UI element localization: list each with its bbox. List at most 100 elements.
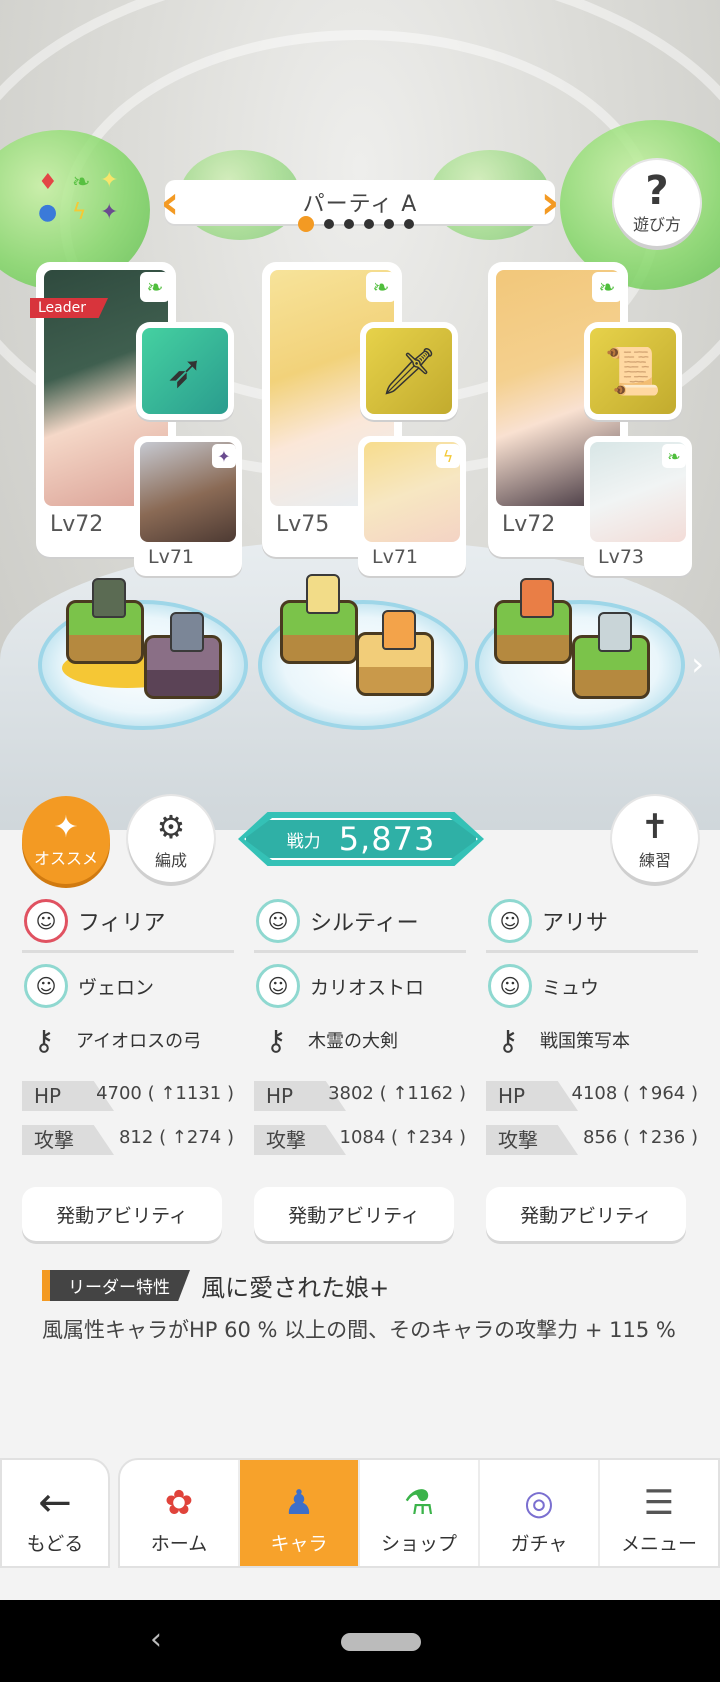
main-member-name: シルティー [310,910,419,936]
formation-button[interactable]: ⚙ 編成 [128,796,214,882]
page-dot[interactable] [384,219,394,229]
main-sprite[interactable] [306,574,340,614]
weapon-icon: ⚷ [33,1023,55,1057]
sub-member-row[interactable]: ☺ ヴェロン [22,961,234,1011]
character-level: Lv73 [598,546,645,568]
hp-value: 3802 ( ↑1162 ) [328,1083,466,1104]
character-level: Lv71 [372,546,419,568]
tab-chara[interactable]: ♟ キャラ [240,1460,360,1566]
gear-person-icon: ⚙ [156,808,186,846]
leader-skill-tag: リーダー特性 [42,1270,190,1301]
back-label: もどる [26,1533,84,1555]
bottom-nav: ← もどる ✿ ホーム ♟ キャラ ⚗ ショップ ◎ ガチャ ☰ メニュー [0,1458,720,1568]
sub-member-name: カリオストロ [310,976,425,999]
tab-label: メニュー [620,1533,697,1555]
sword-icon: 🗡 [366,328,452,414]
power-display: 戦力 5,873 [238,812,484,866]
recommend-icon: ✦ [53,810,79,845]
power-value: 5,873 [338,820,436,858]
home-icon: ✿ [164,1483,194,1523]
prev-party-button[interactable]: ‹ [155,176,185,228]
power-label: 戦力 [286,831,321,852]
weapon-name: 戦国策写本 [540,1031,630,1052]
leader-skill-name: 風に愛された娘+ [201,1274,390,1302]
page-dot[interactable] [324,219,334,229]
menu-list-icon: ☰ [643,1483,675,1523]
system-back-icon[interactable]: ‹ [150,1622,162,1657]
main-member-row[interactable]: ☺ フィリア [22,895,234,953]
system-home-pill[interactable] [341,1633,421,1651]
main-sprite[interactable] [92,578,126,618]
character-level: Lv72 [502,512,556,537]
sub-sprite[interactable] [382,610,416,650]
back-button[interactable]: ← もどる [0,1458,110,1568]
main-sprite[interactable] [520,578,554,618]
weapon-slot[interactable]: 📜 [584,322,682,420]
hp-value: 4108 ( ↑964 ) [571,1083,698,1104]
attack-row: 攻撃 812 ( ↑274 ) [22,1125,234,1157]
shop-icon: ⚗ [403,1483,435,1523]
main-member-name: アリサ [542,910,609,936]
help-button[interactable]: ? 遊び方 [614,160,700,246]
hp-row: HP 3802 ( ↑1162 ) [254,1081,466,1113]
sub-character-card[interactable]: ✦ Lv71 [134,436,242,576]
page-dot[interactable] [404,219,414,229]
ability-button[interactable]: 発動アビリティ [22,1187,222,1241]
book-icon: 📜 [590,328,676,414]
nav-tabs: ✿ ホーム ♟ キャラ ⚗ ショップ ◎ ガチャ ☰ メニュー [118,1458,720,1568]
sub-member-row[interactable]: ☺ カリオストロ [254,961,466,1011]
bow-icon: ➶ [142,328,228,414]
sub-member-row[interactable]: ☺ ミュウ [486,961,698,1011]
main-member-row[interactable]: ☺ アリサ [486,895,698,953]
sub-member-name: ヴェロン [78,976,155,999]
sub-sprite[interactable] [598,612,632,652]
wind-element-icon: ❧ [366,272,396,302]
page-dot[interactable] [298,216,314,232]
question-icon: ? [645,168,669,214]
recommend-label: オススメ [33,849,98,868]
team-column: ☺ アリサ ☺ ミュウ ⚷ 戦国策写本 HP 4108 ( ↑964 ) 攻撃 … [486,895,698,1241]
weapon-row[interactable]: ⚷ 木霊の大剣 [254,1011,466,1069]
page-dot[interactable] [344,219,354,229]
hp-row: HP 4700 ( ↑1131 ) [22,1081,234,1113]
attack-row: 攻撃 856 ( ↑236 ) [486,1125,698,1157]
character-avatar: ☺ [24,964,68,1008]
training-dummy-icon: ✝ [640,807,670,847]
main-member-row[interactable]: ☺ シルティー [254,895,466,953]
attack-value: 856 ( ↑236 ) [582,1127,698,1148]
sub-character-card[interactable]: ϟ Lv71 [358,436,466,576]
tab-gacha[interactable]: ◎ ガチャ [480,1460,600,1566]
ability-button[interactable]: 発動アビリティ [254,1187,454,1241]
leader-tag: Leader [30,298,109,318]
dark-element-icon: ✦ [212,444,236,468]
weapon-slot[interactable]: 🗡 [360,322,458,420]
next-arrow-icon[interactable]: › [691,645,704,683]
character-icon: ♟ [283,1483,315,1523]
next-party-button[interactable]: › [535,176,565,228]
help-label: 遊び方 [632,215,681,234]
weapon-row[interactable]: ⚷ 戦国策写本 [486,1011,698,1069]
tab-shop[interactable]: ⚗ ショップ [360,1460,480,1566]
weapon-slot[interactable]: ➶ [136,322,234,420]
element-chart-icon[interactable]: ♦ ❧ ✦ ● ϟ ✦ [34,170,124,232]
tab-home[interactable]: ✿ ホーム [120,1460,240,1566]
hp-label: HP [486,1081,578,1111]
wind-element-icon: ❧ [140,272,170,302]
character-avatar: ☺ [24,898,68,943]
weapon-row[interactable]: ⚷ アイオロスの弓 [22,1011,234,1069]
back-arrow-icon: ← [38,1480,72,1526]
tab-menu[interactable]: ☰ メニュー [600,1460,718,1566]
training-button[interactable]: ✝ 練習 [612,796,698,882]
character-level: Lv72 [50,512,104,537]
ability-button[interactable]: 発動アビリティ [486,1187,686,1241]
weapon-name: アイオロスの弓 [76,1031,202,1052]
page-dot[interactable] [364,219,374,229]
sub-character-card[interactable]: ❧ Lv73 [584,436,692,576]
leader-skill-description: 風属性キャラがHP 60 % 以上の間、そのキャラの攻撃力 + 115 % [42,1318,676,1342]
recommend-button[interactable]: ✦ オススメ [22,796,110,884]
character-avatar: ☺ [256,964,300,1008]
gacha-icon: ◎ [524,1483,554,1523]
attack-label: 攻撃 [22,1125,114,1155]
sub-sprite[interactable] [170,612,204,652]
attack-label: 攻撃 [254,1125,346,1155]
